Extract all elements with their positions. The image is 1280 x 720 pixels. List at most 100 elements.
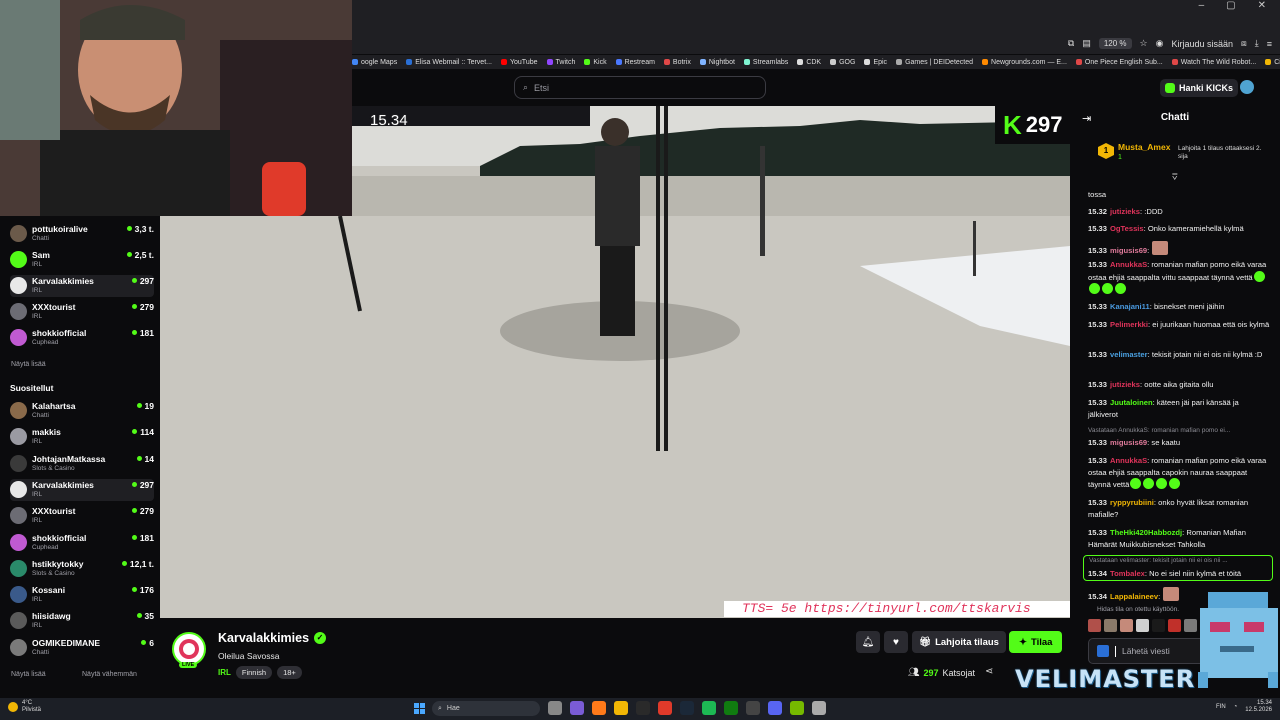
chat-filter-icon[interactable]: ⩢ bbox=[1172, 172, 1177, 183]
emote[interactable] bbox=[1120, 619, 1133, 632]
message-username[interactable]: ryppyrubiini bbox=[1110, 498, 1154, 507]
bookmark-item[interactable]: YouTube bbox=[500, 59, 538, 66]
emote[interactable] bbox=[1184, 619, 1197, 632]
message-username[interactable]: Lappalaineev bbox=[1110, 592, 1158, 601]
sidebar-channel-item[interactable]: shokkiofficial Cuphead 181 bbox=[10, 327, 154, 349]
gift-leaderboard-hint[interactable]: Lahjoita 1 tilaus ottaaksesi 2. sija bbox=[1178, 145, 1273, 161]
app-icon[interactable] bbox=[812, 701, 826, 715]
message-username[interactable]: TheHki420Habbozdj bbox=[1110, 528, 1182, 537]
emote[interactable] bbox=[1168, 619, 1181, 632]
close-icon[interactable]: ✕ bbox=[1258, 0, 1266, 14]
message-username[interactable]: jutizieks bbox=[1110, 380, 1140, 389]
bookmark-item[interactable]: Watch The Wild Robot... bbox=[1171, 59, 1256, 66]
bookmark-star-icon[interactable]: ☆ bbox=[1140, 38, 1148, 49]
emote[interactable] bbox=[1088, 619, 1101, 632]
channel-avatar[interactable] bbox=[172, 632, 206, 666]
taskbar-search[interactable]: ⌕ Hae bbox=[432, 701, 540, 716]
nvidia-icon[interactable] bbox=[790, 701, 804, 715]
bookmark-item[interactable]: Elisa Webmail :: Tervet... bbox=[406, 59, 492, 66]
wifi-icon[interactable]: ◔ bbox=[1234, 704, 1238, 710]
message-username[interactable]: OgTessis bbox=[1110, 224, 1144, 233]
bookmark-item[interactable]: CDK bbox=[797, 59, 821, 66]
spotify-icon[interactable] bbox=[702, 701, 716, 715]
message-username[interactable]: jutizieks bbox=[1110, 207, 1140, 216]
bookmark-item[interactable]: Streamlabs bbox=[743, 59, 788, 66]
language-indicator[interactable]: FIN bbox=[1216, 704, 1226, 710]
bookmark-item[interactable]: Epic bbox=[864, 59, 887, 66]
chrome-icon[interactable] bbox=[658, 701, 672, 715]
emote-picker-icon[interactable] bbox=[1097, 645, 1109, 657]
search-input[interactable]: ⌕ Etsi bbox=[514, 76, 766, 99]
show-more-link[interactable]: Näytä lisää bbox=[11, 361, 46, 368]
emote[interactable] bbox=[1152, 619, 1165, 632]
message-username[interactable]: migusis69 bbox=[1110, 438, 1147, 447]
windows-start-icon[interactable] bbox=[414, 702, 426, 714]
file-explorer-icon[interactable] bbox=[614, 701, 628, 715]
bookmark-item[interactable]: Botrix bbox=[663, 59, 691, 66]
bookmark-item[interactable]: Newgrounds.com — E... bbox=[982, 59, 1067, 66]
login-link[interactable]: Kirjaudu sisään bbox=[1171, 39, 1233, 49]
sidebar-channel-item[interactable]: Kossani IRL 176 bbox=[10, 584, 154, 606]
top-gifter-name[interactable]: Musta_Amex bbox=[1118, 142, 1170, 152]
teams-icon[interactable] bbox=[570, 701, 584, 715]
share-icon[interactable]: ⋖ bbox=[985, 666, 993, 677]
screenshot-icon[interactable]: ⧉ bbox=[1068, 38, 1074, 49]
notification-bell-icon[interactable]: 🔔︎ bbox=[856, 631, 880, 653]
minimize-icon[interactable]: – bbox=[1199, 0, 1205, 14]
sidebar-channel-item[interactable]: Sam IRL 2,5 t. bbox=[10, 249, 154, 271]
show-more-link[interactable]: Näytä lisää bbox=[11, 671, 46, 678]
bookmark-item[interactable]: Nightbot bbox=[699, 59, 735, 66]
sidebar-channel-item[interactable]: hiisidawg IRL 35 bbox=[10, 610, 154, 632]
emote[interactable] bbox=[1104, 619, 1117, 632]
tag-age[interactable]: 18+ bbox=[277, 666, 302, 679]
emote[interactable] bbox=[1136, 619, 1149, 632]
subscribe-button[interactable]: ✦ Tilaa bbox=[1009, 631, 1063, 653]
task-view-icon[interactable] bbox=[548, 701, 562, 715]
bookmark-item[interactable]: Games | DEIDetected bbox=[896, 59, 973, 66]
show-less-link[interactable]: Näytä vähemmän bbox=[82, 671, 137, 678]
sidebar-channel-item[interactable]: hstikkytokky Slots & Casino 12,1 t. bbox=[10, 558, 154, 580]
discord-icon[interactable] bbox=[768, 701, 782, 715]
sidebar-channel-item[interactable]: Karvalakkimies IRL 297 bbox=[10, 275, 154, 297]
weather-widget[interactable]: 4°C Pilvistä bbox=[8, 700, 41, 714]
sidebar-channel-item[interactable]: shokkiofficial Cuphead 181 bbox=[10, 532, 154, 554]
bookmark-item[interactable]: Twitch bbox=[546, 59, 575, 66]
xbox-icon[interactable] bbox=[724, 701, 738, 715]
bookmark-item[interactable]: One Piece English Sub... bbox=[1075, 59, 1163, 66]
zoom-level[interactable]: 120 % bbox=[1098, 38, 1132, 49]
gift-sub-button[interactable]: 🎁︎ Lahjoita tilaus bbox=[912, 631, 1006, 653]
sidebar-channel-item[interactable]: XXXtourist IRL 279 bbox=[10, 301, 154, 323]
tag-language[interactable]: Finnish bbox=[235, 666, 273, 679]
steam-icon[interactable] bbox=[680, 701, 694, 715]
sidebar-channel-item[interactable]: Kalahartsa Chatti 19 bbox=[10, 400, 154, 422]
channel-name[interactable]: Karvalakkimies bbox=[218, 631, 309, 645]
bookmark-item[interactable]: Restream bbox=[615, 59, 655, 66]
reader-icon[interactable]: ▤ bbox=[1082, 38, 1091, 49]
category-link[interactable]: IRL bbox=[218, 668, 231, 677]
sidebar-channel-item[interactable]: JohtajanMatkassa Slots & Casino 14 bbox=[10, 453, 154, 475]
firefox-icon[interactable] bbox=[592, 701, 606, 715]
bookmark-item[interactable]: GOG bbox=[830, 59, 855, 66]
message-username[interactable]: migusis69 bbox=[1110, 246, 1147, 255]
get-kicks-button[interactable]: Hanki KICKs bbox=[1160, 79, 1239, 97]
menu-icon[interactable]: ≡ bbox=[1267, 39, 1272, 49]
bookmark-item[interactable]: Kick bbox=[584, 59, 607, 66]
user-avatar[interactable] bbox=[1240, 80, 1254, 94]
obs-icon[interactable] bbox=[746, 701, 760, 715]
message-username[interactable]: AnnukkaS bbox=[1110, 456, 1147, 465]
message-username[interactable]: velimaster bbox=[1110, 350, 1148, 359]
sidebar-channel-item[interactable]: OGMIKEDIMANE Chatti 6 bbox=[10, 637, 154, 659]
sidebar-channel-item[interactable]: pottukoiralive Chatti 3,3 t. bbox=[10, 223, 154, 245]
sidebar-channel-item[interactable]: Karvalakkimies IRL 297 bbox=[10, 479, 154, 501]
message-username[interactable]: AnnukkaS bbox=[1110, 260, 1147, 269]
notion-icon[interactable] bbox=[636, 701, 650, 715]
download-icon[interactable]: ⤓ bbox=[1255, 38, 1259, 49]
sidebar-channel-item[interactable]: XXXtourist IRL 279 bbox=[10, 505, 154, 527]
maximize-icon[interactable]: ▢ bbox=[1226, 0, 1235, 14]
sidebar-channel-item[interactable]: makkis IRL 114 bbox=[10, 426, 154, 448]
extensions-icon[interactable]: ⧈ bbox=[1241, 38, 1247, 49]
message-username[interactable]: Pelimerkki bbox=[1110, 320, 1148, 329]
clock[interactable]: 15.34 12.5.2026 bbox=[1245, 700, 1272, 714]
message-username[interactable]: Kanajani11 bbox=[1110, 302, 1150, 311]
message-username[interactable]: Juutaloinen bbox=[1110, 398, 1153, 407]
